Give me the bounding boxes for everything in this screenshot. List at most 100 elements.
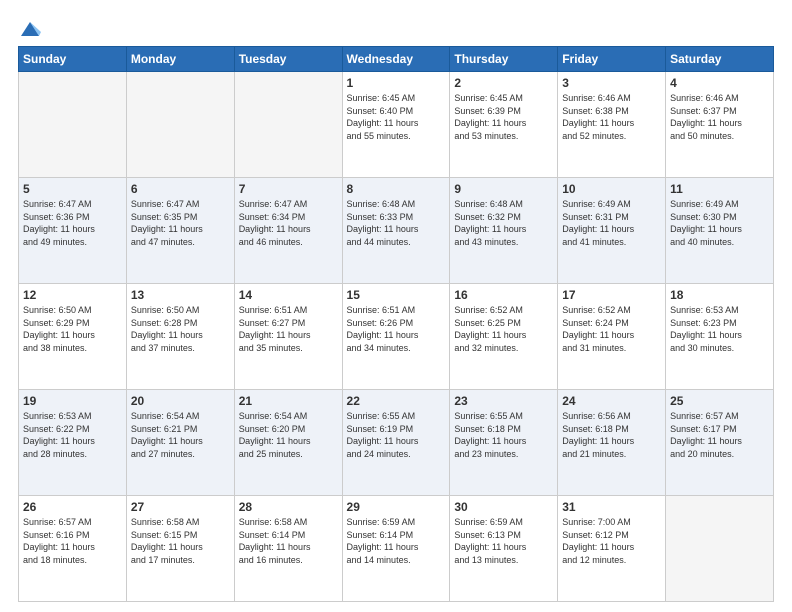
day-info: Sunrise: 6:58 AMSunset: 6:15 PMDaylight:… xyxy=(131,516,230,566)
day-number: 8 xyxy=(347,182,446,196)
day-number: 31 xyxy=(562,500,661,514)
calendar-table: SundayMondayTuesdayWednesdayThursdayFrid… xyxy=(18,46,774,602)
day-info: Sunrise: 7:00 AMSunset: 6:12 PMDaylight:… xyxy=(562,516,661,566)
day-number: 16 xyxy=(454,288,553,302)
day-number: 13 xyxy=(131,288,230,302)
calendar-cell: 17 Sunrise: 6:52 AMSunset: 6:24 PMDayligh… xyxy=(558,284,666,390)
day-info: Sunrise: 6:58 AMSunset: 6:14 PMDaylight:… xyxy=(239,516,338,566)
calendar-week-1: 1Sunrise: 6:45 AMSunset: 6:40 PMDaylight… xyxy=(19,72,774,178)
day-number: 10 xyxy=(562,182,661,196)
day-number: 14 xyxy=(239,288,338,302)
calendar-cell: 6 Sunrise: 6:47 AMSunset: 6:35 PMDaylight… xyxy=(126,178,234,284)
day-number: 20 xyxy=(131,394,230,408)
day-number: 25 xyxy=(670,394,769,408)
day-number: 4 xyxy=(670,76,769,90)
day-info: Sunrise: 6:54 AMSunset: 6:21 PMDaylight:… xyxy=(131,410,230,460)
calendar-cell: 25Sunrise: 6:57 AMSunset: 6:17 PMDayligh… xyxy=(666,390,774,496)
calendar-week-4: 19 Sunrise: 6:53 AMSunset: 6:22 PMDayligh… xyxy=(19,390,774,496)
calendar-cell: 12 Sunrise: 6:50 AMSunset: 6:29 PMDayligh… xyxy=(19,284,127,390)
logo-icon xyxy=(19,18,41,40)
calendar-cell: 31 Sunrise: 7:00 AMSunset: 6:12 PMDayligh… xyxy=(558,496,666,602)
day-header-thursday: Thursday xyxy=(450,47,558,72)
day-number: 21 xyxy=(239,394,338,408)
calendar-cell xyxy=(666,496,774,602)
calendar-week-2: 5Sunrise: 6:47 AMSunset: 6:36 PMDaylight… xyxy=(19,178,774,284)
header xyxy=(18,18,774,36)
day-number: 11 xyxy=(670,182,769,196)
calendar-cell: 11 Sunrise: 6:49 AMSunset: 6:30 PMDayligh… xyxy=(666,178,774,284)
calendar-cell: 21 Sunrise: 6:54 AMSunset: 6:20 PMDayligh… xyxy=(234,390,342,496)
day-info: Sunrise: 6:50 AMSunset: 6:28 PMDaylight:… xyxy=(131,304,230,354)
day-header-wednesday: Wednesday xyxy=(342,47,450,72)
calendar-cell: 3Sunrise: 6:46 AMSunset: 6:38 PMDaylight… xyxy=(558,72,666,178)
day-info: Sunrise: 6:57 AMSunset: 6:16 PMDaylight:… xyxy=(23,516,122,566)
day-info: Sunrise: 6:50 AMSunset: 6:29 PMDaylight:… xyxy=(23,304,122,354)
calendar-cell: 13 Sunrise: 6:50 AMSunset: 6:28 PMDayligh… xyxy=(126,284,234,390)
calendar-cell: 20 Sunrise: 6:54 AMSunset: 6:21 PMDayligh… xyxy=(126,390,234,496)
day-header-tuesday: Tuesday xyxy=(234,47,342,72)
calendar-cell: 29 Sunrise: 6:59 AMSunset: 6:14 PMDayligh… xyxy=(342,496,450,602)
day-number: 9 xyxy=(454,182,553,196)
day-info: Sunrise: 6:59 AMSunset: 6:14 PMDaylight:… xyxy=(347,516,446,566)
calendar-cell: 30 Sunrise: 6:59 AMSunset: 6:13 PMDayligh… xyxy=(450,496,558,602)
calendar-cell xyxy=(19,72,127,178)
calendar-cell: 23 Sunrise: 6:55 AMSunset: 6:18 PMDayligh… xyxy=(450,390,558,496)
day-info: Sunrise: 6:55 AMSunset: 6:19 PMDaylight:… xyxy=(347,410,446,460)
calendar-cell: 15Sunrise: 6:51 AMSunset: 6:26 PMDayligh… xyxy=(342,284,450,390)
calendar-cell: 18 Sunrise: 6:53 AMSunset: 6:23 PMDayligh… xyxy=(666,284,774,390)
day-number: 30 xyxy=(454,500,553,514)
day-info: Sunrise: 6:51 AMSunset: 6:27 PMDaylight:… xyxy=(239,304,338,354)
day-number: 17 xyxy=(562,288,661,302)
day-header-sunday: Sunday xyxy=(19,47,127,72)
calendar-cell: 4 Sunrise: 6:46 AMSunset: 6:37 PMDaylight… xyxy=(666,72,774,178)
calendar-cell: 9Sunrise: 6:48 AMSunset: 6:32 PMDaylight… xyxy=(450,178,558,284)
day-number: 15 xyxy=(347,288,446,302)
day-number: 6 xyxy=(131,182,230,196)
day-info: Sunrise: 6:52 AMSunset: 6:24 PMDaylight:… xyxy=(562,304,661,354)
calendar-header-row: SundayMondayTuesdayWednesdayThursdayFrid… xyxy=(19,47,774,72)
day-number: 19 xyxy=(23,394,122,408)
day-header-saturday: Saturday xyxy=(666,47,774,72)
calendar-cell: 10 Sunrise: 6:49 AMSunset: 6:31 PMDayligh… xyxy=(558,178,666,284)
day-info: Sunrise: 6:53 AMSunset: 6:23 PMDaylight:… xyxy=(670,304,769,354)
day-info: Sunrise: 6:47 AMSunset: 6:35 PMDaylight:… xyxy=(131,198,230,248)
day-number: 29 xyxy=(347,500,446,514)
day-number: 26 xyxy=(23,500,122,514)
day-number: 12 xyxy=(23,288,122,302)
day-number: 23 xyxy=(454,394,553,408)
calendar-week-3: 12 Sunrise: 6:50 AMSunset: 6:29 PMDayligh… xyxy=(19,284,774,390)
calendar-cell: 7 Sunrise: 6:47 AMSunset: 6:34 PMDaylight… xyxy=(234,178,342,284)
calendar-cell: 2 Sunrise: 6:45 AMSunset: 6:39 PMDaylight… xyxy=(450,72,558,178)
day-number: 2 xyxy=(454,76,553,90)
day-number: 7 xyxy=(239,182,338,196)
logo xyxy=(18,18,41,36)
day-info: Sunrise: 6:45 AMSunset: 6:40 PMDaylight:… xyxy=(347,92,446,142)
calendar-cell: 8 Sunrise: 6:48 AMSunset: 6:33 PMDaylight… xyxy=(342,178,450,284)
day-header-monday: Monday xyxy=(126,47,234,72)
calendar-cell: 16 Sunrise: 6:52 AMSunset: 6:25 PMDayligh… xyxy=(450,284,558,390)
calendar-cell xyxy=(234,72,342,178)
day-number: 28 xyxy=(239,500,338,514)
calendar-cell: 28 Sunrise: 6:58 AMSunset: 6:14 PMDayligh… xyxy=(234,496,342,602)
calendar-cell: 24Sunrise: 6:56 AMSunset: 6:18 PMDayligh… xyxy=(558,390,666,496)
day-info: Sunrise: 6:46 AMSunset: 6:37 PMDaylight:… xyxy=(670,92,769,142)
day-info: Sunrise: 6:54 AMSunset: 6:20 PMDaylight:… xyxy=(239,410,338,460)
calendar-cell: 1Sunrise: 6:45 AMSunset: 6:40 PMDaylight… xyxy=(342,72,450,178)
day-info: Sunrise: 6:53 AMSunset: 6:22 PMDaylight:… xyxy=(23,410,122,460)
day-number: 5 xyxy=(23,182,122,196)
day-info: Sunrise: 6:48 AMSunset: 6:33 PMDaylight:… xyxy=(347,198,446,248)
calendar-cell: 5Sunrise: 6:47 AMSunset: 6:36 PMDaylight… xyxy=(19,178,127,284)
day-number: 18 xyxy=(670,288,769,302)
day-number: 3 xyxy=(562,76,661,90)
day-info: Sunrise: 6:45 AMSunset: 6:39 PMDaylight:… xyxy=(454,92,553,142)
calendar-cell: 19 Sunrise: 6:53 AMSunset: 6:22 PMDayligh… xyxy=(19,390,127,496)
day-info: Sunrise: 6:49 AMSunset: 6:31 PMDaylight:… xyxy=(562,198,661,248)
calendar-cell: 26 Sunrise: 6:57 AMSunset: 6:16 PMDayligh… xyxy=(19,496,127,602)
day-info: Sunrise: 6:47 AMSunset: 6:34 PMDaylight:… xyxy=(239,198,338,248)
day-info: Sunrise: 6:52 AMSunset: 6:25 PMDaylight:… xyxy=(454,304,553,354)
day-info: Sunrise: 6:59 AMSunset: 6:13 PMDaylight:… xyxy=(454,516,553,566)
day-number: 27 xyxy=(131,500,230,514)
day-info: Sunrise: 6:55 AMSunset: 6:18 PMDaylight:… xyxy=(454,410,553,460)
day-info: Sunrise: 6:49 AMSunset: 6:30 PMDaylight:… xyxy=(670,198,769,248)
day-number: 24 xyxy=(562,394,661,408)
